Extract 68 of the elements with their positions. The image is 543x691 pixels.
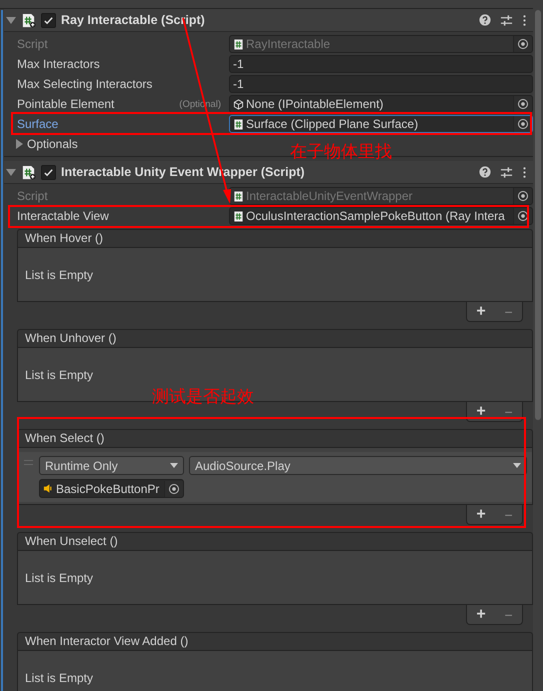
field-label: Max Interactors (17, 57, 100, 71)
empty-list-text: List is Empty (25, 268, 94, 282)
event-header: When Unhover () (17, 329, 533, 348)
empty-list-text: List is Empty (25, 670, 94, 684)
foldout-label[interactable]: Optionals (27, 137, 78, 151)
field-label: Max Selecting Interactors (17, 77, 152, 91)
dropdown-arrow-icon (170, 463, 178, 468)
event-header: When Interactor View Added () (17, 632, 533, 651)
object-picker-icon[interactable] (513, 36, 532, 52)
script-icon (21, 12, 36, 28)
object-picker-icon[interactable] (164, 480, 183, 496)
foldout-arrow-icon[interactable] (6, 16, 16, 24)
settings-sliders-icon[interactable] (500, 14, 513, 26)
event-header: When Select () (17, 429, 533, 448)
add-button[interactable]: + (476, 402, 486, 420)
empty-list-text: List is Empty (25, 570, 94, 584)
speaker-icon (43, 483, 54, 494)
help-icon[interactable] (479, 166, 491, 178)
empty-list-text: List is Empty (25, 368, 94, 382)
dropdown-arrow-icon (513, 463, 521, 468)
scrollbar[interactable] (533, 0, 543, 691)
field-value: OculusInteractionSamplePokeButton (Ray Intera (246, 209, 506, 223)
annotation-text: 在子物体里找 (290, 141, 392, 163)
annotation-text: 测试是否起效 (152, 386, 254, 408)
enabled-checkbox[interactable] (41, 164, 56, 180)
help-icon[interactable] (479, 14, 491, 26)
field-value: None (IPointableElement) (246, 97, 384, 111)
add-button[interactable]: + (476, 302, 486, 320)
add-button[interactable]: + (476, 506, 486, 524)
script-file-icon (233, 38, 244, 50)
more-menu-icon[interactable] (522, 14, 527, 26)
field-label: Interactable View (17, 209, 109, 223)
object-picker-icon[interactable] (513, 96, 532, 112)
field-label: Script (17, 189, 48, 203)
runtime-dropdown[interactable]: Runtime Only (39, 456, 184, 475)
field-value: BasicPokeButtonPr (56, 482, 160, 496)
event-header: When Unselect () (17, 532, 533, 551)
drag-handle-icon[interactable] (24, 460, 33, 465)
more-menu-icon[interactable] (522, 166, 527, 178)
object-field[interactable]: BasicPokeButtonPr (39, 479, 184, 498)
checkmark-icon (43, 14, 54, 26)
settings-sliders-icon[interactable] (500, 166, 513, 178)
object-field[interactable]: None (IPointableElement) (229, 95, 533, 113)
script-file-icon (233, 190, 244, 202)
object-picker-icon[interactable] (513, 188, 532, 204)
field-value: Surface (Clipped Plane Surface) (246, 117, 420, 131)
checkmark-icon (43, 166, 54, 178)
foldout-arrow-icon[interactable] (6, 168, 16, 176)
event-header: When Hover () (17, 229, 533, 248)
field-value: InteractableUnityEventWrapper (246, 189, 414, 203)
script-file-icon (233, 118, 244, 130)
cube-icon (233, 98, 244, 110)
foldout-arrow-icon[interactable] (16, 139, 23, 149)
field-label: Surface (17, 117, 58, 131)
field-value: RayInteractable (246, 37, 332, 51)
field-value: -1 (233, 57, 245, 71)
field-value: -1 (233, 77, 245, 91)
field-label: Pointable Element (17, 97, 114, 111)
add-button[interactable]: + (476, 606, 486, 624)
object-field[interactable]: Surface (Clipped Plane Surface) (229, 115, 533, 133)
number-field[interactable]: -1 (229, 55, 533, 73)
enabled-checkbox[interactable] (41, 12, 56, 28)
function-dropdown[interactable]: AudioSource.Play (189, 456, 527, 475)
field-label: Script (17, 37, 48, 51)
script-icon (21, 164, 36, 180)
object-field[interactable]: OculusInteractionSamplePokeButton (Ray Intera (229, 207, 533, 225)
number-field[interactable]: -1 (229, 75, 533, 93)
script-file-icon (233, 210, 244, 222)
